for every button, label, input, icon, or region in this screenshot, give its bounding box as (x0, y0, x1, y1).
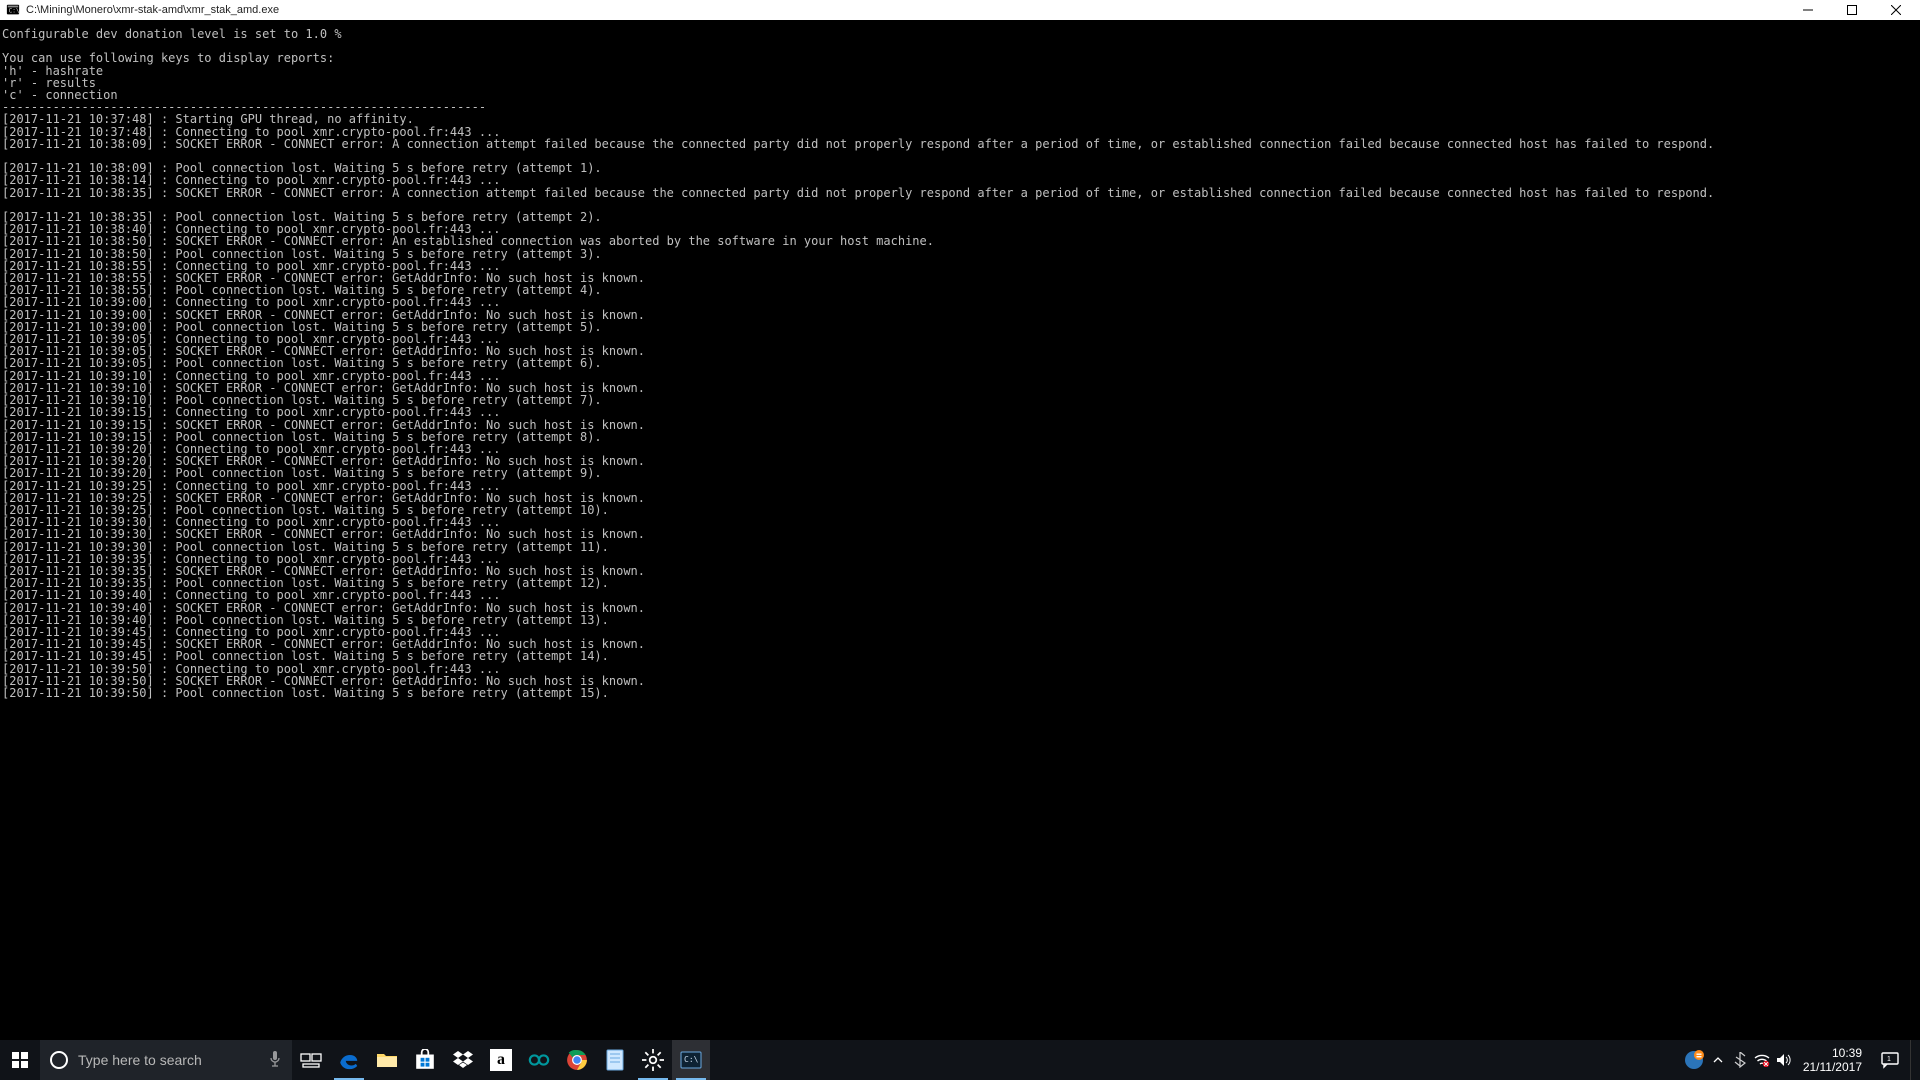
clock-date: 21/11/2017 (1803, 1060, 1862, 1074)
taskbar-app-dropbox[interactable] (444, 1040, 482, 1080)
search-placeholder: Type here to search (78, 1052, 202, 1068)
cortana-icon (50, 1051, 68, 1069)
taskbar-app-store[interactable] (406, 1040, 444, 1080)
close-button[interactable] (1874, 0, 1918, 20)
taskbar-app-chrome[interactable] (558, 1040, 596, 1080)
tray-bluetooth-icon[interactable] (1729, 1040, 1751, 1080)
app-icon: C:\ (6, 3, 20, 17)
taskbar-app-edge[interactable] (330, 1040, 368, 1080)
tray-network-icon[interactable] (1751, 1040, 1773, 1080)
maximize-button[interactable] (1830, 0, 1874, 20)
minimize-button[interactable] (1786, 0, 1830, 20)
search-box[interactable]: Type here to search (40, 1040, 292, 1080)
title-bar: C:\ C:\Mining\Monero\xmr-stak-amd\xmr_st… (0, 0, 1920, 20)
tray-volume-icon[interactable] (1773, 1040, 1795, 1080)
svg-text:C:\: C:\ (9, 8, 20, 15)
svg-text:C:\: C:\ (684, 1055, 699, 1064)
tray-show-hidden-icons[interactable] (1707, 1040, 1729, 1080)
microphone-icon[interactable] (268, 1050, 282, 1071)
window-title: C:\Mining\Monero\xmr-stak-amd\xmr_stak_a… (26, 4, 279, 16)
taskbar: Type here to search a (0, 1040, 1920, 1080)
action-center-button[interactable]: 1 (1870, 1040, 1910, 1080)
taskbar-app-amazon[interactable]: a (482, 1040, 520, 1080)
start-button[interactable] (0, 1040, 40, 1080)
terminal-output[interactable]: Configurable dev donation level is set t… (0, 20, 1920, 1040)
taskbar-app-notepad[interactable] (596, 1040, 634, 1080)
taskbar-app-settings[interactable] (634, 1040, 672, 1080)
tray-app-icon[interactable] (1681, 1040, 1707, 1080)
taskbar-app-file-explorer[interactable] (368, 1040, 406, 1080)
taskbar-app-arduino[interactable] (520, 1040, 558, 1080)
taskbar-app-console[interactable]: C:\ (672, 1040, 710, 1080)
show-desktop-button[interactable] (1910, 1040, 1916, 1080)
clock-time: 10:39 (1803, 1046, 1862, 1060)
task-view-button[interactable] (292, 1040, 330, 1080)
tray-clock[interactable]: 10:39 21/11/2017 (1795, 1046, 1870, 1074)
svg-text:1: 1 (1887, 1056, 1891, 1063)
